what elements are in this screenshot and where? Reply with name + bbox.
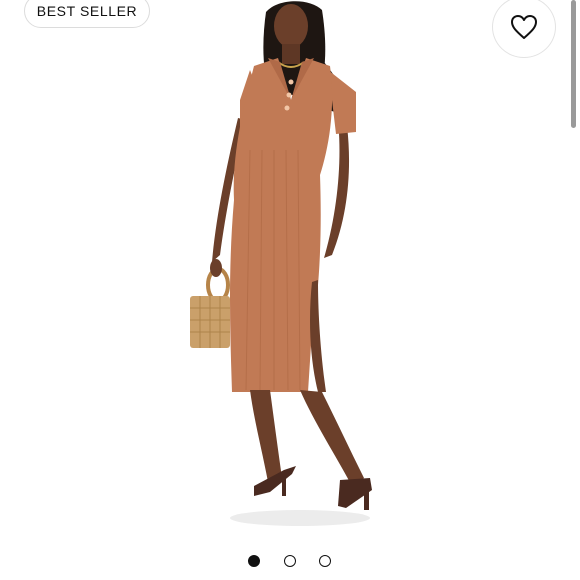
best-seller-label: BEST SELLER: [36, 3, 138, 19]
scrollbar[interactable]: [571, 0, 576, 128]
heart-icon: [511, 15, 537, 39]
best-seller-badge: BEST SELLER: [24, 0, 150, 28]
carousel-dot-2[interactable]: [284, 555, 296, 567]
product-image: [190, 1, 372, 526]
carousel-dot-1[interactable]: [248, 555, 260, 567]
carousel-indicators: [0, 553, 580, 569]
favorite-button[interactable]: [492, 0, 556, 58]
carousel-dot-3[interactable]: [319, 555, 331, 567]
